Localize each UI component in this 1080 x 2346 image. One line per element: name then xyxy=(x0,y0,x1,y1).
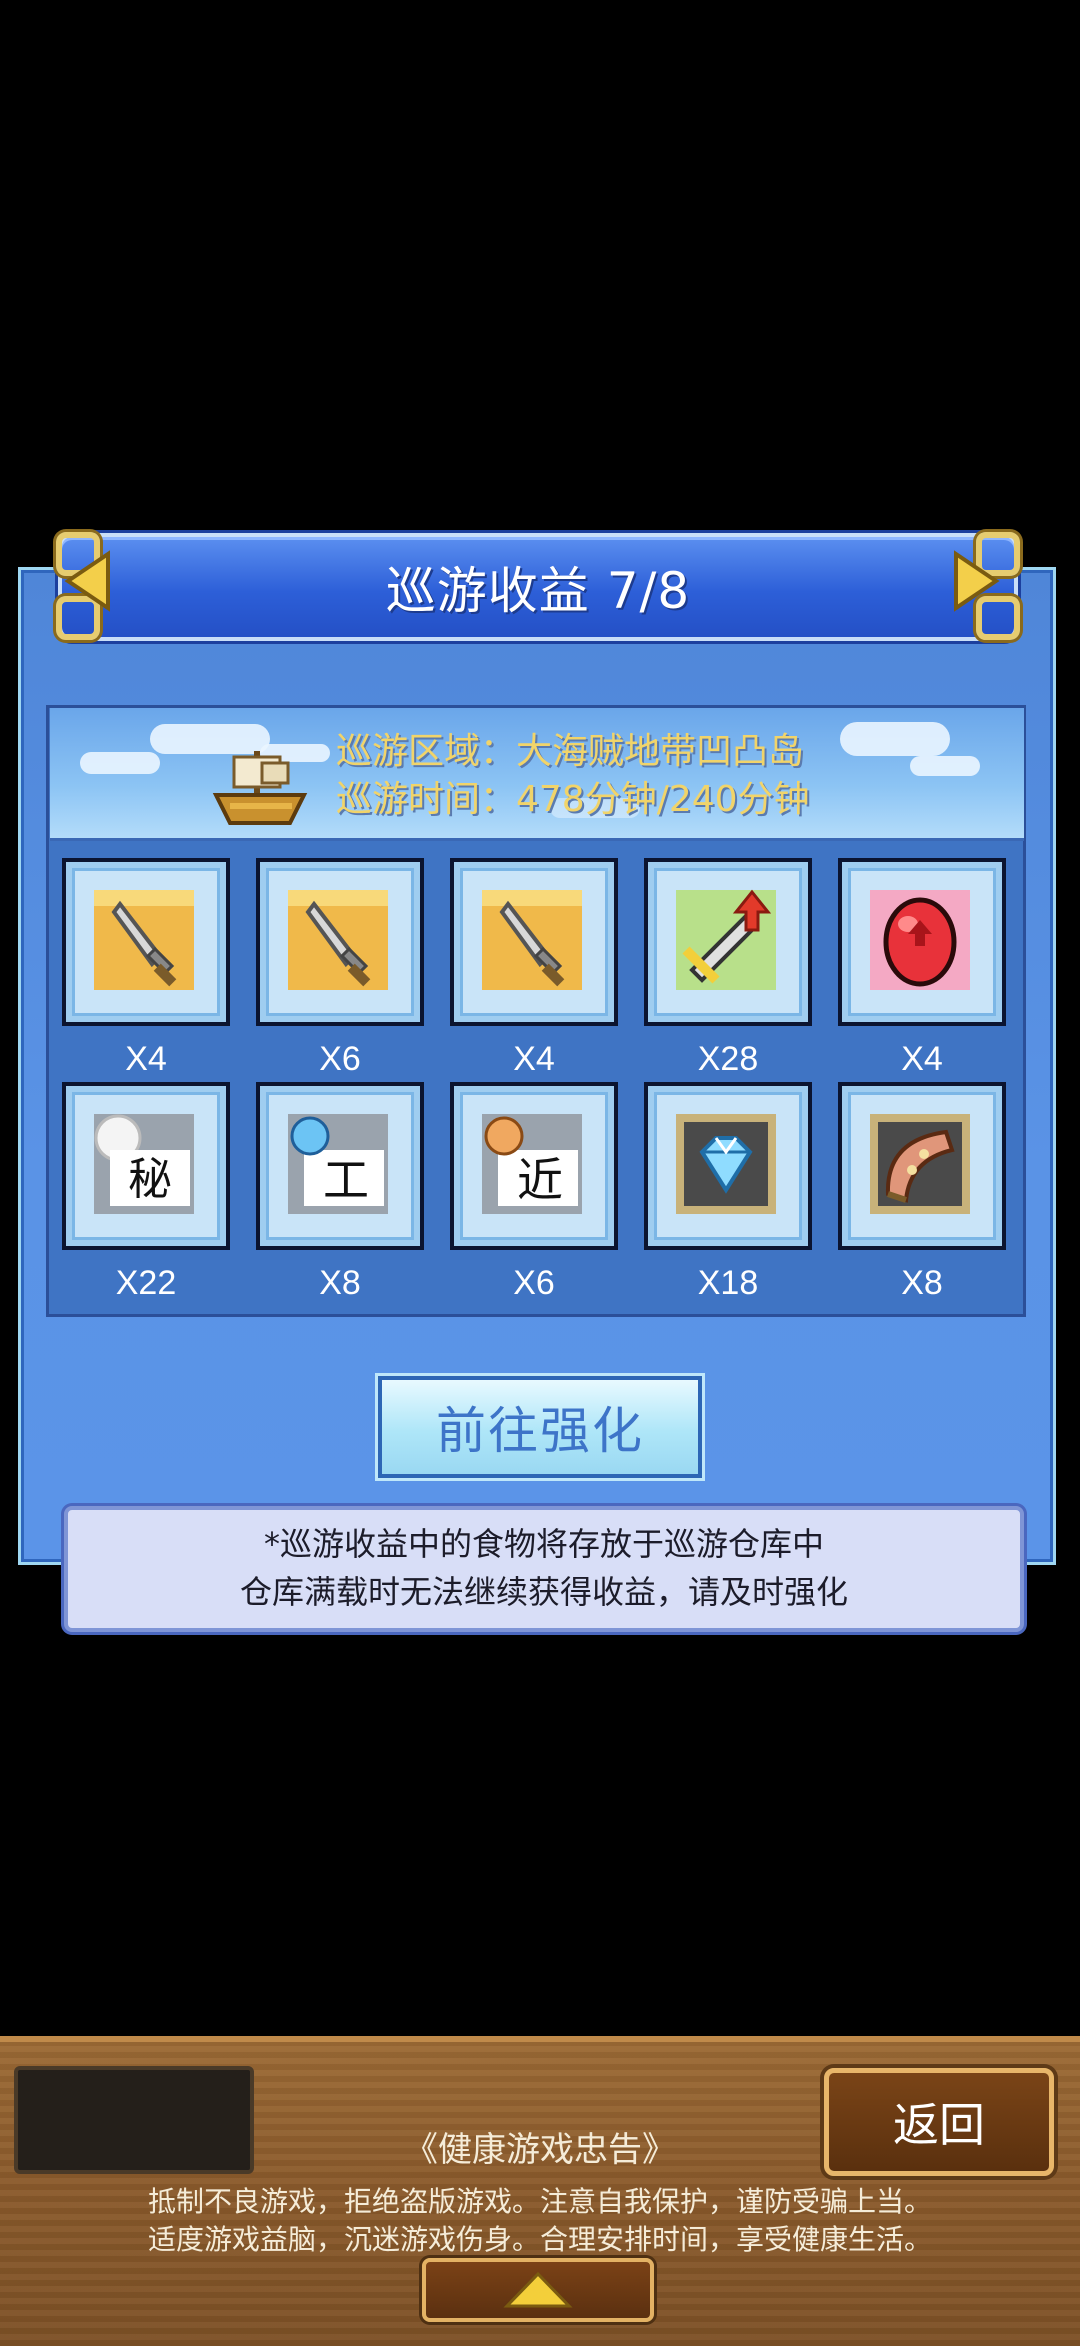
dagger-icon xyxy=(482,890,582,990)
diamond-icon xyxy=(676,1114,776,1214)
fan-icon xyxy=(870,1114,970,1214)
notice-line-1: *巡游收益中的食物将存放于巡游仓库中 xyxy=(263,1525,824,1563)
ship-icon xyxy=(212,751,308,825)
reward-quantity: X28 xyxy=(697,1040,759,1078)
svg-text:近: 近 xyxy=(517,1153,563,1207)
dialog-title: 巡游收益 7/8 xyxy=(385,562,691,620)
reward-slot[interactable] xyxy=(644,858,812,1026)
reward-quantity: X4 xyxy=(513,1040,555,1078)
red-egg-icon xyxy=(870,890,970,990)
reward-quantity: X8 xyxy=(901,1264,943,1302)
reward-slot[interactable] xyxy=(838,858,1006,1026)
go-enhance-button[interactable]: 前往强化 xyxy=(378,1376,702,1478)
svg-text:秘: 秘 xyxy=(128,1154,172,1205)
reward-quantity: X4 xyxy=(901,1040,943,1078)
reward-slot[interactable]: 近 xyxy=(450,1082,618,1250)
dagger-icon xyxy=(94,890,194,990)
secret-scroll-icon: 秘 xyxy=(94,1114,194,1214)
reward-slot[interactable] xyxy=(62,858,230,1026)
reward-quantity: X4 xyxy=(125,1040,167,1078)
next-page-arrow-icon[interactable] xyxy=(950,550,1002,612)
reward-slot[interactable] xyxy=(450,858,618,1026)
reward-slot[interactable]: 秘 xyxy=(62,1082,230,1250)
reward-quantity: X6 xyxy=(319,1040,361,1078)
reward-quantity: X6 xyxy=(513,1264,555,1302)
reward-quantity: X8 xyxy=(319,1264,361,1302)
craft-scroll-icon: 工 xyxy=(288,1114,388,1214)
svg-text:工: 工 xyxy=(323,1153,369,1207)
dialog-title-bar: 巡游收益 7/8 xyxy=(58,533,1018,641)
sword-upgrade-icon xyxy=(676,889,776,990)
health-advice-line-1: 抵制不良游戏，拒绝盗版游戏。注意自我保护，谨防受骗上当。 xyxy=(147,2185,932,2218)
reward-slot[interactable] xyxy=(644,1082,812,1250)
melee-scroll-icon: 近 xyxy=(482,1114,582,1214)
reward-quantity: X22 xyxy=(115,1264,177,1302)
notice-line-2: 仓库满载时无法继续获得收益，请及时强化 xyxy=(239,1573,848,1611)
expand-up-button[interactable] xyxy=(422,2258,654,2322)
reward-quantity: X18 xyxy=(697,1264,759,1302)
cruise-info-banner: 巡游区域：大海贼地带凹凸岛 巡游时间：478分钟/240分钟 xyxy=(50,708,1024,841)
cruise-time-text: 巡游时间：478分钟/240分钟 xyxy=(336,779,810,820)
health-advice-title: 《健康游戏忠告》 xyxy=(404,2130,676,2170)
up-arrow-icon xyxy=(503,2271,573,2308)
reward-slot[interactable] xyxy=(838,1082,1006,1250)
reward-slot[interactable]: 工 xyxy=(256,1082,424,1250)
prev-page-arrow-icon[interactable] xyxy=(62,550,114,612)
health-advice-line-2: 适度游戏益脑，沉迷游戏伤身。合理安排时间，享受健康生活。 xyxy=(147,2223,932,2256)
cruise-region-text: 巡游区域：大海贼地带凹凸岛 xyxy=(336,731,805,772)
dagger-icon xyxy=(288,890,388,990)
storage-notice: *巡游收益中的食物将存放于巡游仓库中 仓库满载时无法继续获得收益，请及时强化 xyxy=(64,1506,1024,1632)
reward-slot[interactable] xyxy=(256,858,424,1026)
